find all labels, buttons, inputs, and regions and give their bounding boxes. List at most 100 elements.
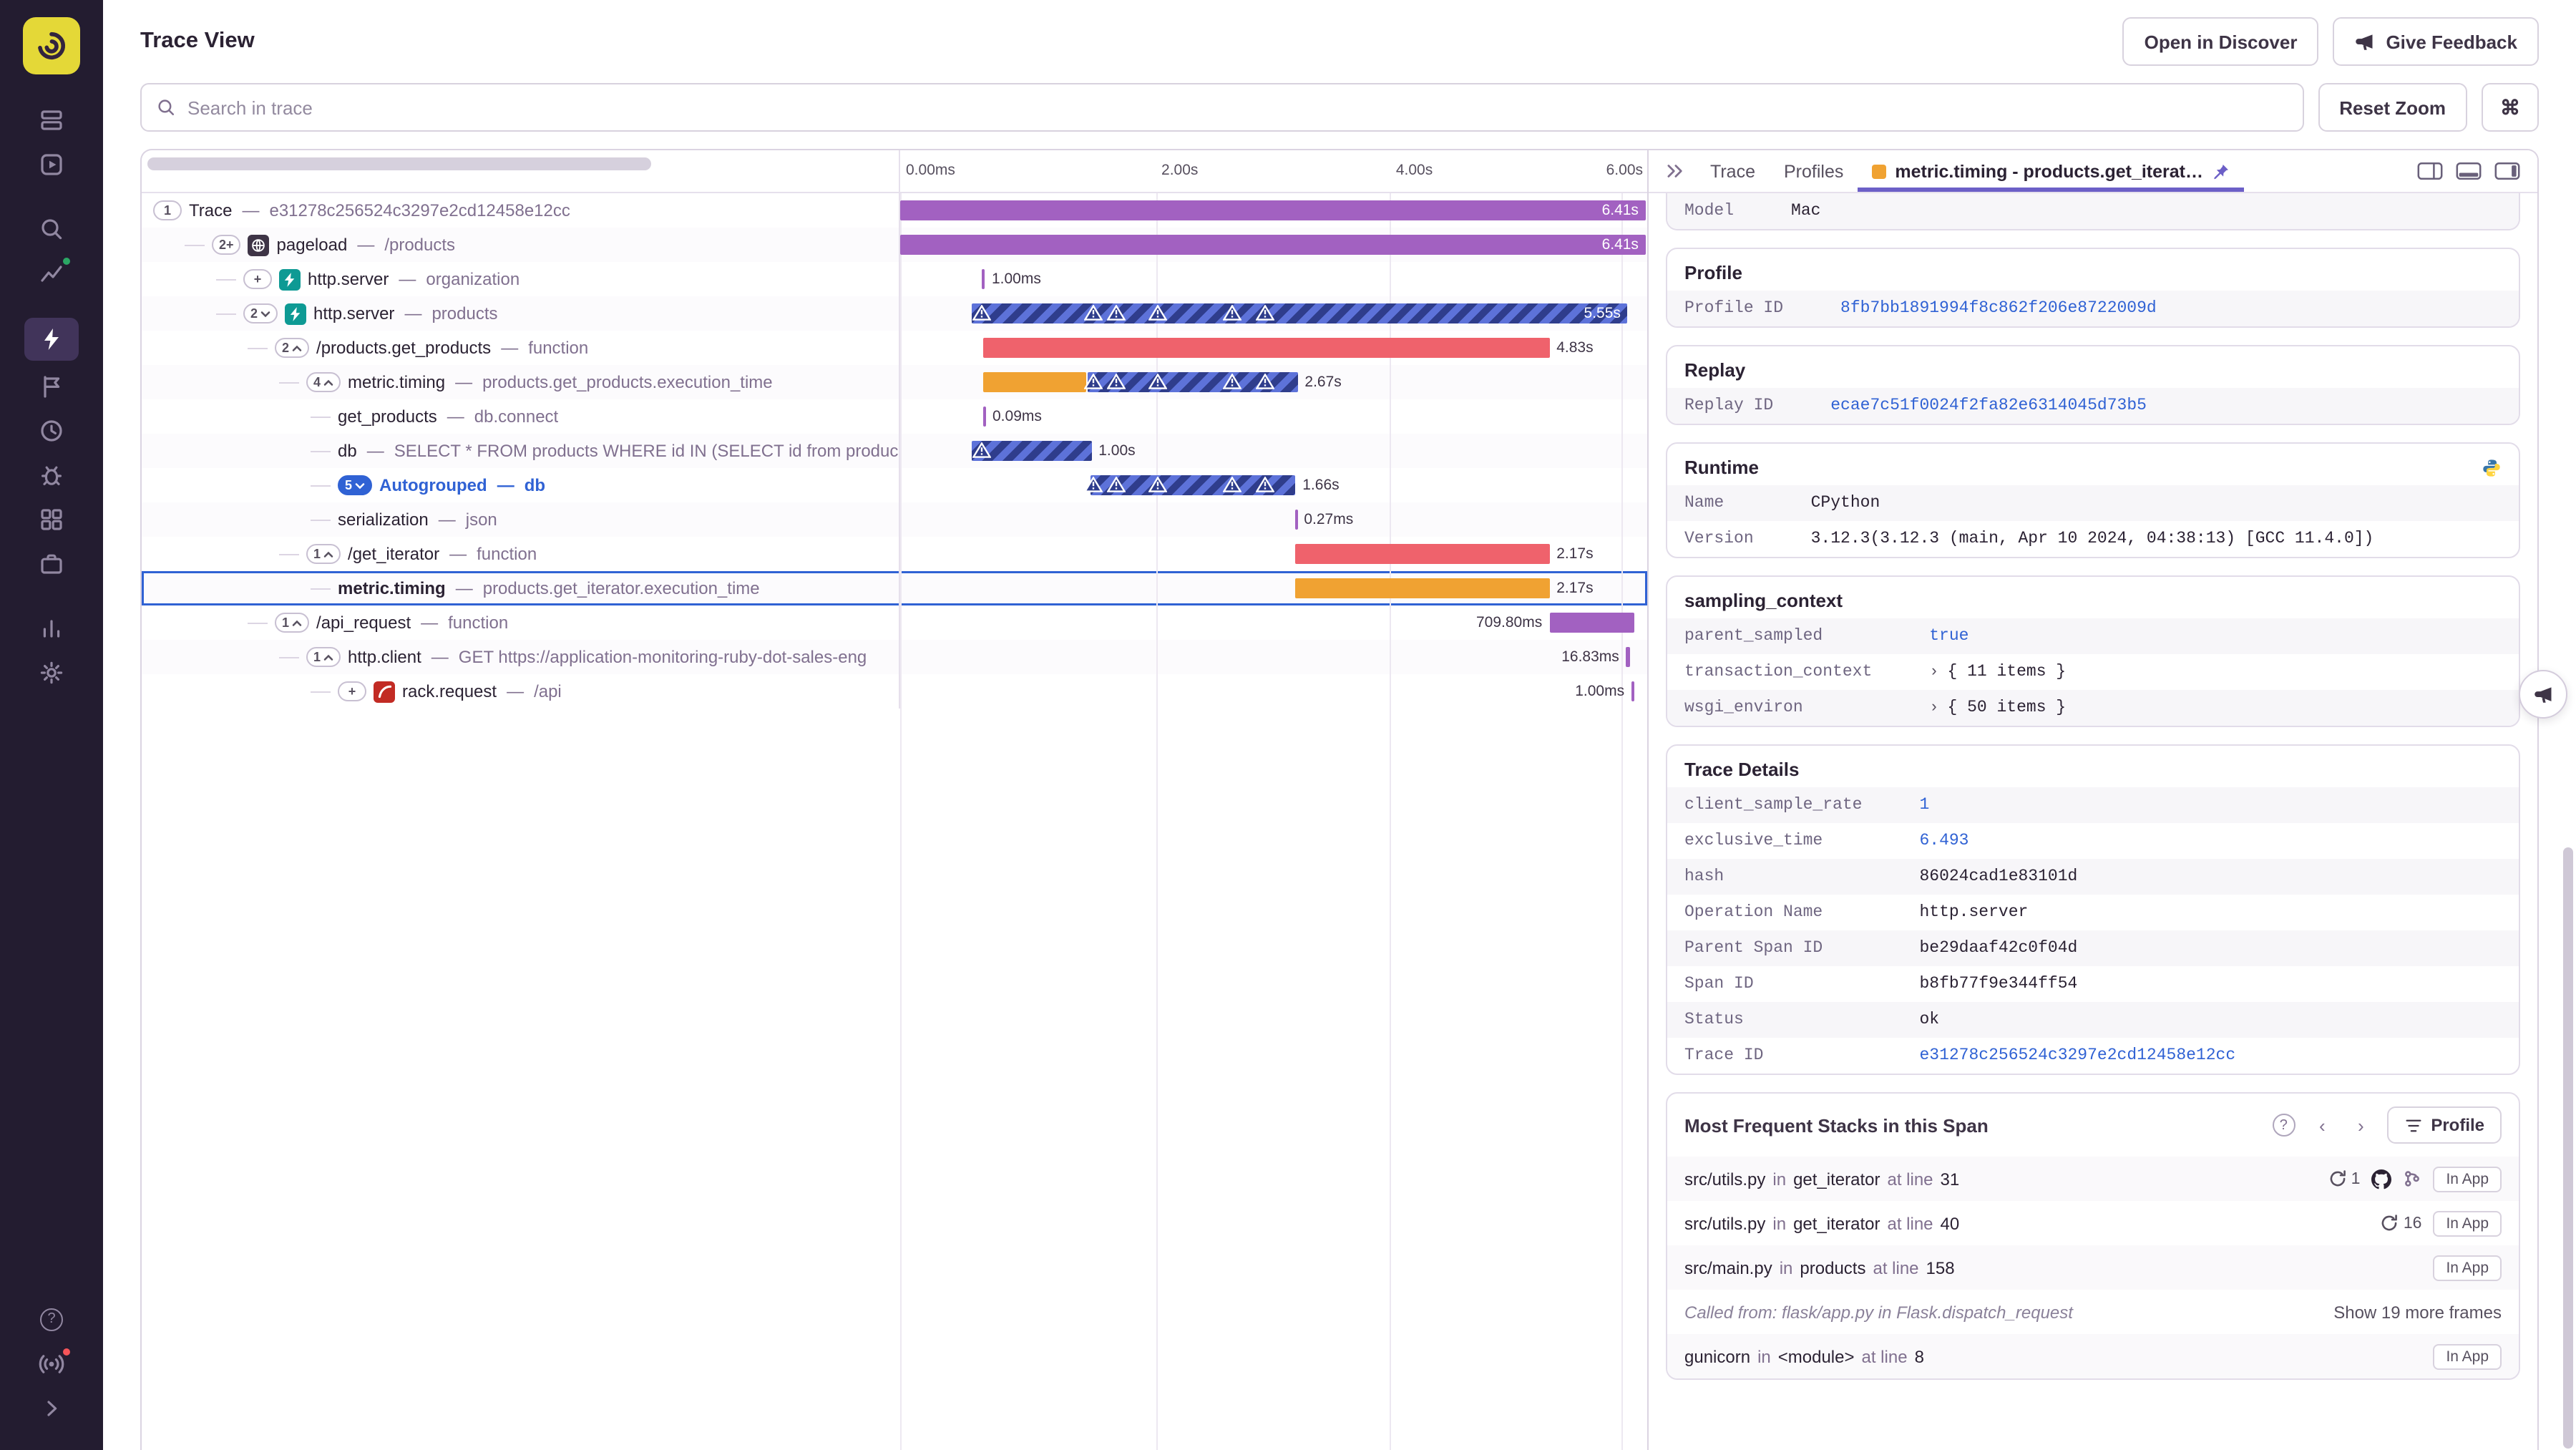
- span-bar[interactable]: [1549, 613, 1634, 633]
- prev-stack-button[interactable]: ‹: [2309, 1112, 2335, 1138]
- sidebar-item-profiling[interactable]: [24, 318, 79, 361]
- span-bar-track[interactable]: 1.00ms: [900, 262, 1647, 296]
- show-more-frames-link[interactable]: Show 19 more frames: [2333, 1302, 2502, 1322]
- error-triangle-icon[interactable]: [972, 442, 992, 458]
- span-count-badge[interactable]: 2+: [212, 235, 241, 255]
- expand-chevron-icon[interactable]: ›: [1929, 664, 1938, 681]
- reset-zoom-button[interactable]: Reset Zoom: [2318, 83, 2467, 132]
- trace-row[interactable]: 2+ pageload — /products 6.41s: [142, 228, 1647, 262]
- span-count-badge[interactable]: 5: [338, 475, 373, 495]
- expand-drawer-icon[interactable]: [1657, 150, 1693, 192]
- info-icon[interactable]: ?: [2270, 1112, 2296, 1138]
- span-count-badge[interactable]: 1: [306, 544, 341, 564]
- give-feedback-button[interactable]: Give Feedback: [2333, 17, 2539, 66]
- open-in-discover-button[interactable]: Open in Discover: [2122, 17, 2319, 66]
- error-triangle-icon[interactable]: [1083, 304, 1104, 321]
- error-triangle-icon[interactable]: [1106, 476, 1126, 492]
- kv-value[interactable]: 8fb7bb1891994f8c862f206e8722009d: [1840, 291, 2519, 326]
- error-triangle-icon[interactable]: [1147, 373, 1167, 389]
- trace-row[interactable]: + rack.request — /api 1.00ms: [142, 674, 1647, 709]
- trace-row[interactable]: 2/products.get_products — function 4.83s: [142, 331, 1647, 365]
- span-count-badge[interactable]: 2: [275, 338, 310, 358]
- shortcut-button[interactable]: ⌘: [2482, 83, 2539, 132]
- span-bar-track[interactable]: 6.41s: [900, 193, 1647, 228]
- kv-value[interactable]: e31278c256524c3297e2cd12458e12cc: [1919, 1038, 2519, 1074]
- span-bar[interactable]: [900, 235, 1646, 255]
- sidebar-item-stats[interactable]: [24, 500, 79, 538]
- trace-row[interactable]: 1/api_request — function 709.80ms: [142, 605, 1647, 640]
- span-bar-track[interactable]: 6.41s: [900, 228, 1647, 262]
- span-bar-track[interactable]: 4.83s: [900, 331, 1647, 365]
- column-scrollbar[interactable]: [147, 157, 651, 170]
- expand-chevron-icon[interactable]: ›: [1929, 700, 1938, 717]
- span-count-badge[interactable]: 4: [306, 372, 341, 392]
- kv-value[interactable]: ecae7c51f0024f2fa82e6314045d73b5: [1830, 388, 2519, 424]
- feedback-fab-button[interactable]: [2519, 670, 2567, 719]
- trace-row[interactable]: 1/get_iterator — function 2.17s: [142, 537, 1647, 571]
- error-triangle-icon[interactable]: [1106, 373, 1126, 389]
- span-bar[interactable]: [983, 338, 1550, 358]
- span-count-badge[interactable]: 2: [243, 303, 278, 323]
- profile-button[interactable]: Profile: [2386, 1106, 2502, 1144]
- next-stack-button[interactable]: ›: [2348, 1112, 2373, 1138]
- error-triangle-icon[interactable]: [1221, 304, 1242, 321]
- kv-value[interactable]: 1: [1919, 787, 2519, 823]
- sidebar-item-help[interactable]: ?: [24, 1300, 79, 1338]
- tab-profiles[interactable]: Profiles: [1770, 150, 1858, 192]
- span-bar[interactable]: [1295, 578, 1550, 598]
- tab-trace[interactable]: Trace: [1696, 150, 1770, 192]
- page-scrollbar[interactable]: [2563, 847, 2573, 1449]
- tab-metric.timing[interactable]: metric.timing - products.get_iterat…: [1858, 150, 2243, 192]
- kv-value[interactable]: 6.493: [1919, 823, 2519, 859]
- trace-row[interactable]: 4 metric.timing — products.get_products.exe…: [142, 365, 1647, 399]
- error-triangle-icon[interactable]: [1147, 304, 1167, 321]
- sidebar-item-projects[interactable]: [24, 544, 79, 583]
- trace-row[interactable]: db — SELECT * FROM products WHERE id IN (S…: [142, 434, 1647, 468]
- span-count-badge[interactable]: +: [243, 269, 272, 289]
- trace-row[interactable]: 1 http.client — GET https://application-mon…: [142, 640, 1647, 674]
- span-bar-track[interactable]: 0.09ms: [900, 399, 1647, 434]
- span-bar-track[interactable]: 2.67s: [900, 365, 1647, 399]
- sidebar-item-releases[interactable]: [24, 366, 79, 405]
- error-triangle-icon[interactable]: [1147, 476, 1167, 492]
- kv-value[interactable]: true: [1929, 618, 2519, 654]
- stack-frame-row[interactable]: Called from: flask/app.py in Flask.dispa…: [1667, 1290, 2519, 1334]
- drawer-layout-3-icon[interactable]: [2494, 162, 2520, 180]
- error-triangle-icon[interactable]: [1255, 476, 1276, 492]
- trace-row[interactable]: 2 http.server — products 5.55s: [142, 296, 1647, 331]
- trace-row[interactable]: + http.server — organization 1.00ms: [142, 262, 1647, 296]
- error-span-bar[interactable]: [972, 303, 1628, 323]
- span-bar-track[interactable]: 5.55s: [900, 296, 1647, 331]
- drawer-layout-1-icon[interactable]: [2417, 162, 2443, 180]
- error-triangle-icon[interactable]: [1083, 373, 1104, 389]
- span-bar-track[interactable]: 0.27ms: [900, 502, 1647, 537]
- sidebar-item-explore[interactable]: [24, 145, 79, 183]
- span-bar[interactable]: [983, 372, 1087, 392]
- kv-value[interactable]: › { 11 items }: [1929, 654, 2519, 690]
- sidebar-item-settings[interactable]: [24, 653, 79, 691]
- search-box[interactable]: [140, 83, 2304, 132]
- pin-icon[interactable]: [2212, 162, 2229, 180]
- span-bar[interactable]: [900, 200, 1646, 220]
- span-bar[interactable]: [1295, 510, 1299, 530]
- occurrence-count[interactable]: 16: [2381, 1214, 2421, 1232]
- span-bar-track[interactable]: 1.00s: [900, 434, 1647, 468]
- error-triangle-icon[interactable]: [1221, 476, 1242, 492]
- span-bar[interactable]: [1295, 544, 1550, 564]
- span-bar-track[interactable]: 2.17s: [900, 571, 1647, 605]
- trace-row[interactable]: 5 Autogrouped — db 1.66s: [142, 468, 1647, 502]
- error-triangle-icon[interactable]: [1106, 304, 1126, 321]
- span-bar-track[interactable]: 1.00ms: [900, 674, 1647, 709]
- occurrence-count[interactable]: 1: [2328, 1169, 2360, 1188]
- span-count-badge[interactable]: 1: [306, 647, 341, 667]
- sidebar-item-insights[interactable]: [24, 455, 79, 494]
- span-bar[interactable]: [983, 407, 987, 427]
- error-triangle-icon[interactable]: [1255, 304, 1276, 321]
- branch-icon[interactable]: [2403, 1169, 2421, 1188]
- sentry-logo[interactable]: [23, 17, 80, 74]
- span-bar-track[interactable]: 2.17s: [900, 537, 1647, 571]
- span-count-badge[interactable]: +: [338, 681, 366, 701]
- github-icon[interactable]: [2371, 1169, 2392, 1189]
- span-bar-track[interactable]: 1.66s: [900, 468, 1647, 502]
- span-count-badge[interactable]: 1: [275, 613, 310, 633]
